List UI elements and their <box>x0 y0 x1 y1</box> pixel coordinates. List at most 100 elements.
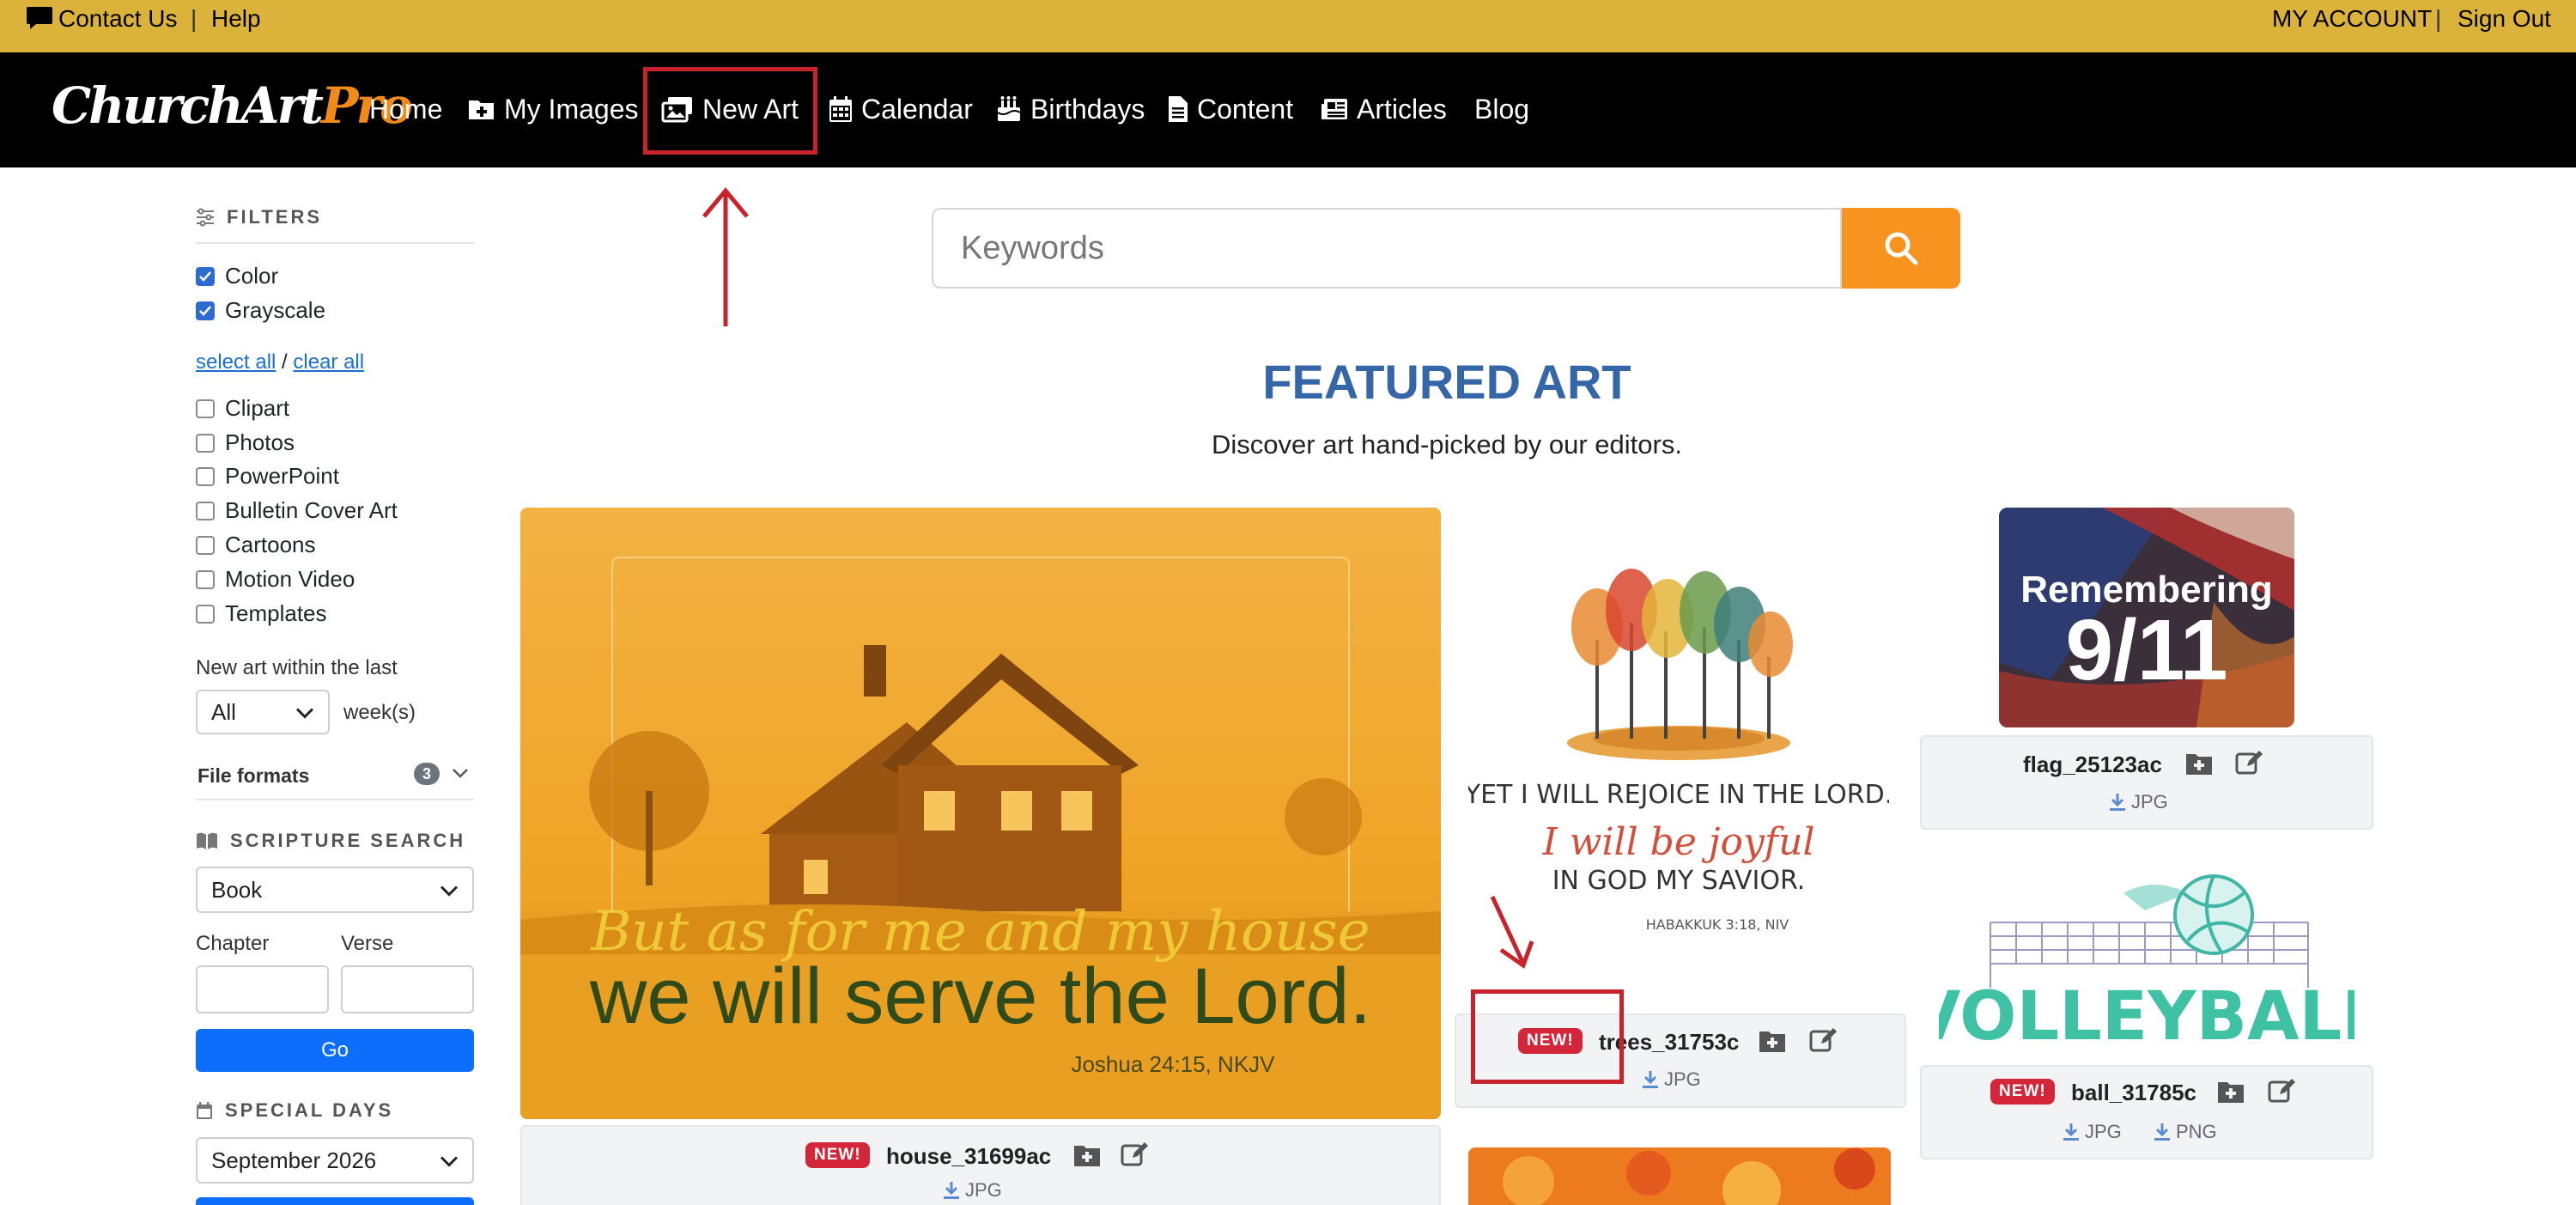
add-to-folder-icon[interactable] <box>1759 1029 1786 1057</box>
filters-title: FILTERS <box>227 206 323 228</box>
filter-grayscale[interactable]: Grayscale <box>196 297 325 324</box>
nav-calendar-label: Calendar <box>861 93 973 125</box>
checkbox[interactable] <box>196 466 215 486</box>
download-jpg[interactable]: JPG <box>2109 791 2168 813</box>
nav-birthdays-label: Birthdays <box>1030 93 1145 125</box>
checkbox[interactable] <box>196 535 215 555</box>
checkbox[interactable] <box>196 399 215 418</box>
checkbox[interactable] <box>196 501 215 520</box>
download-icon <box>1643 1071 1658 1088</box>
format-label: JPG <box>2085 1121 2122 1142</box>
add-to-folder-icon[interactable] <box>2217 1080 2245 1108</box>
help-link[interactable]: Help <box>211 5 261 33</box>
keyword-search-input[interactable]: Keywords <box>932 208 1842 289</box>
select-value: Book <box>211 876 263 903</box>
my-account-link[interactable]: MY ACCOUNT <box>2272 5 2432 33</box>
sign-out-link[interactable]: Sign Out <box>2458 5 2551 33</box>
special-days-heading: SPECIAL DAYS <box>196 1099 393 1122</box>
chat-bubble-icon <box>26 5 53 35</box>
edit-icon[interactable] <box>2235 749 2263 781</box>
nav-blog[interactable]: Blog <box>1474 92 1529 126</box>
filter-powerpoint[interactable]: PowerPoint <box>196 463 339 490</box>
chapter-input[interactable] <box>196 965 329 1013</box>
edit-icon[interactable] <box>2268 1077 2295 1109</box>
art-thumbnail-house[interactable]: But as for me and my house we will serve… <box>520 508 1441 1119</box>
checkbox-checked[interactable] <box>196 266 215 286</box>
download-jpg[interactable]: JPG <box>943 1179 1002 1202</box>
special-days-button[interactable] <box>196 1197 474 1205</box>
file-formats-toggle[interactable]: File formats 3 <box>196 756 474 790</box>
art-thumbnail-autumn[interactable] <box>1468 1147 1891 1205</box>
filter-motion-video[interactable]: Motion Video <box>196 566 355 593</box>
filter-clipart[interactable]: Clipart <box>196 395 289 422</box>
week-unit-label: week(s) <box>343 701 416 724</box>
contact-us-link[interactable]: Contact Us <box>58 5 178 33</box>
site-logo[interactable]: ChurchArtPro <box>52 76 413 135</box>
go-button[interactable]: Go <box>196 1029 474 1072</box>
autumn-art-image <box>1503 1148 1875 1205</box>
top-separator: | <box>2435 5 2442 32</box>
nav-birthdays[interactable]: Birthdays <box>996 92 1145 126</box>
special-days-title: SPECIAL DAYS <box>225 1099 394 1121</box>
nav-calendar[interactable]: Calendar <box>829 92 973 126</box>
search-icon <box>1885 232 1918 265</box>
checkbox[interactable] <box>196 569 215 589</box>
download-jpg[interactable]: JPG <box>2063 1121 2122 1143</box>
top-separator: | <box>191 5 197 32</box>
download-icon <box>2154 1123 2170 1141</box>
nav-articles[interactable]: Articles <box>1321 92 1447 126</box>
format-label: JPG <box>2131 791 2168 812</box>
file-text-icon <box>1169 96 1188 122</box>
verse-input[interactable] <box>341 965 474 1013</box>
art-thumbnail-flag[interactable]: Remembering 9/11 <box>1999 508 2294 727</box>
filter-label: Motion Video <box>225 566 355 592</box>
ball-art-image: VOLLEYBALL <box>1909 874 2385 1056</box>
filter-cartoons[interactable]: Cartoons <box>196 532 316 558</box>
checkbox[interactable] <box>196 433 215 453</box>
filter-photos[interactable]: Photos <box>196 429 295 456</box>
nav-home[interactable]: Home <box>369 92 442 126</box>
newspaper-icon <box>1321 99 1347 119</box>
art-name-flag[interactable]: flag_25123ac <box>2023 752 2162 778</box>
art-name-ball[interactable]: ball_31785c <box>2071 1080 2196 1106</box>
edit-icon[interactable] <box>1809 1026 1837 1058</box>
new-badge: NEW! <box>805 1142 870 1168</box>
new-art-within-select[interactable]: All <box>196 690 330 734</box>
book-select[interactable]: Book <box>196 867 474 913</box>
special-days-month-select[interactable]: September 2026 <box>196 1137 474 1184</box>
nav-my-images-label: My Images <box>504 93 639 125</box>
checkbox-checked[interactable] <box>196 301 215 320</box>
house-art-reference: Joshua 24:15, NKJV <box>1071 1051 1275 1077</box>
file-formats-count-badge: 3 <box>414 763 440 785</box>
filter-bulletin-cover-art[interactable]: Bulletin Cover Art <box>196 497 398 524</box>
art-name-house[interactable]: house_31699ac <box>886 1143 1051 1170</box>
filter-label: Bulletin Cover Art <box>225 497 398 523</box>
filter-label: Templates <box>225 600 327 626</box>
chapter-label: Chapter <box>196 932 270 955</box>
filter-templates[interactable]: Templates <box>196 600 327 627</box>
divider <box>196 799 474 800</box>
filter-color-label: Color <box>225 263 279 289</box>
select-value: All <box>211 698 236 725</box>
download-jpg[interactable]: JPG <box>1642 1068 1701 1091</box>
checkbox[interactable] <box>196 604 215 624</box>
filter-color[interactable]: Color <box>196 263 278 289</box>
nav-content[interactable]: Content <box>1168 92 1293 126</box>
card-info-flag <box>1920 735 2373 830</box>
top-utility-bar: Contact Us | Help MY ACCOUNT | Sign Out <box>0 0 2576 52</box>
art-thumbnail-ball[interactable]: VOLLEYBALL <box>1909 867 2385 1056</box>
add-to-folder-icon[interactable] <box>2185 752 2213 780</box>
format-label: JPG <box>1664 1068 1701 1090</box>
nav-content-label: Content <box>1197 93 1294 125</box>
format-label: JPG <box>965 1179 1002 1201</box>
search-button[interactable] <box>1842 208 1960 289</box>
edit-icon[interactable] <box>1121 1141 1148 1172</box>
clear-all-link[interactable]: clear all <box>293 350 364 374</box>
chevron-down-icon <box>440 1147 459 1174</box>
select-all-link[interactable]: select all <box>196 350 276 374</box>
divider <box>196 242 474 244</box>
add-to-folder-icon[interactable] <box>1073 1143 1101 1172</box>
nav-my-images[interactable]: My Images <box>468 92 638 126</box>
scripture-search-title: SCRIPTURE SEARCH <box>230 830 466 851</box>
download-png[interactable]: PNG <box>2154 1121 2217 1143</box>
